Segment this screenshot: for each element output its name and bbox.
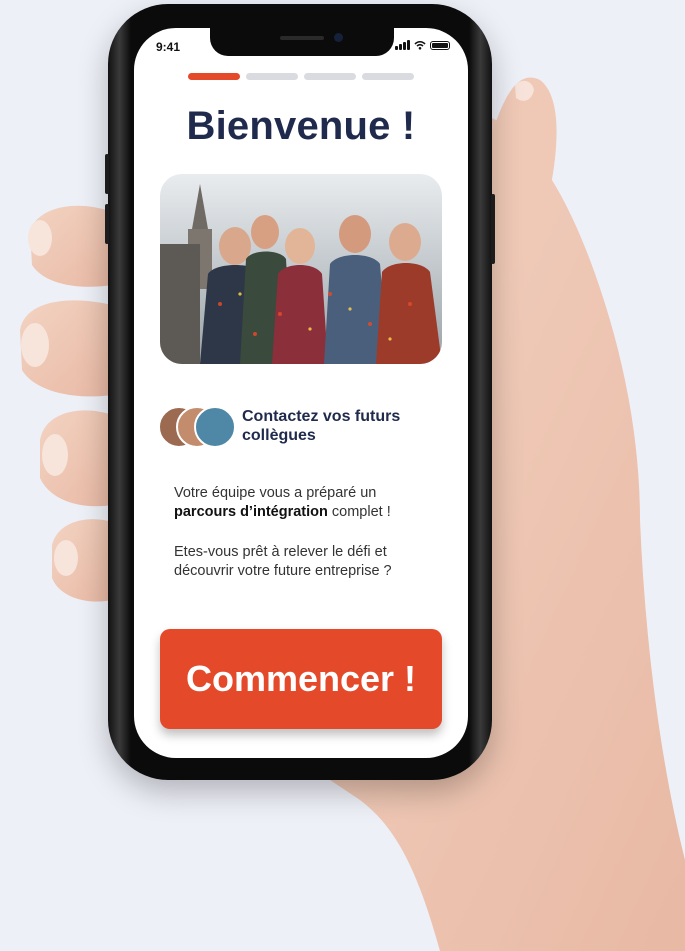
status-time: 9:41 (156, 40, 181, 54)
signal-icon (395, 40, 410, 50)
power-button (491, 194, 495, 264)
progress-step-2 (246, 73, 298, 80)
progress-step-4 (362, 73, 414, 80)
intro-text-prefix: Votre équipe vous a préparé un (174, 485, 377, 501)
challenge-paragraph: Etes-vous prêt à relever le défi et déco… (174, 544, 392, 579)
phone-frame: 9:41 Bienvenue ! Contactez vos futurs co… (105, 4, 495, 780)
intro-paragraph: Votre équipe vous a préparé un parcours … (174, 484, 434, 522)
wifi-icon (414, 40, 426, 50)
volume-up-button (105, 154, 109, 194)
intro-text-suffix: complet ! (327, 504, 391, 520)
app-screen: 9:41 Bienvenue ! Contactez vos futurs co… (134, 28, 468, 758)
start-button[interactable]: Commencer ! (160, 629, 442, 729)
speaker (280, 36, 324, 40)
status-icons (395, 40, 450, 50)
volume-down-button (105, 204, 109, 244)
avatar (194, 406, 236, 448)
contact-colleagues-label: Contactez vos futurs collègues (242, 408, 401, 444)
progress-step-1 (188, 73, 240, 80)
front-camera (334, 33, 343, 42)
progress-step-3 (304, 73, 356, 80)
progress-indicator (188, 73, 414, 80)
intro-text-bold: parcours d’intégration (174, 504, 328, 520)
colleague-avatars (158, 404, 236, 448)
contact-colleagues-row[interactable]: Contactez vos futurs collègues (158, 404, 448, 448)
battery-icon (430, 41, 450, 50)
page-title: Bienvenue ! (186, 104, 416, 148)
team-photo (160, 174, 442, 364)
notch (210, 28, 394, 56)
